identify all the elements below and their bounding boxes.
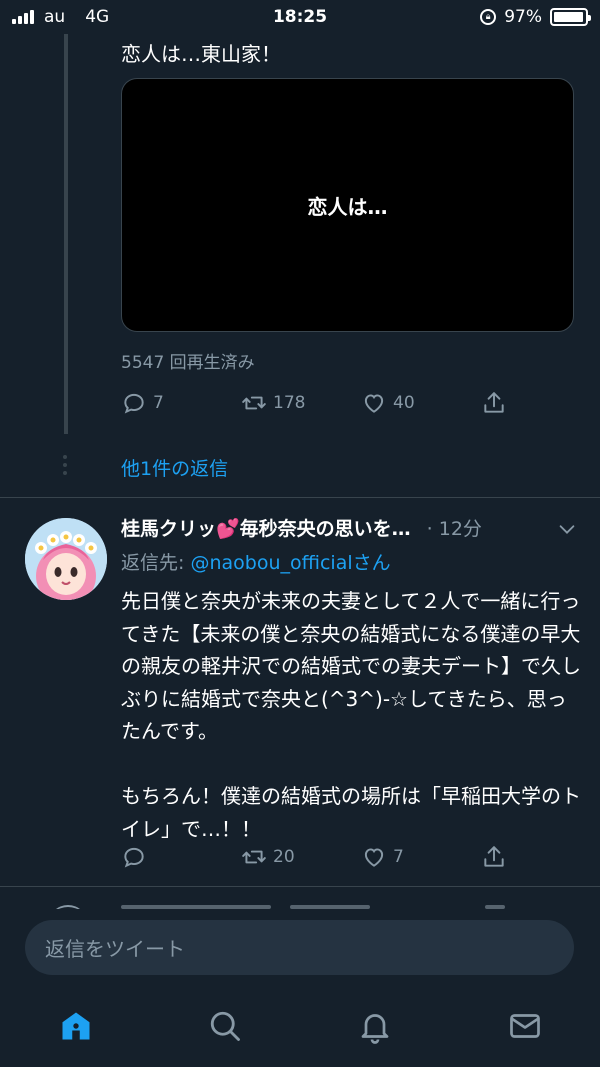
- like-button[interactable]: 7: [361, 844, 481, 870]
- share-icon: [484, 846, 504, 867]
- reply-to-prefix: 返信先:: [121, 552, 185, 574]
- reply-count: 7: [153, 393, 164, 413]
- tweet-body-line: もちろん！僕達の結婚式の場所は「早稲田大学のトイレ」で…！！: [121, 784, 581, 841]
- retweet-count: 20: [273, 847, 295, 867]
- partial-text: [290, 905, 370, 909]
- reply-icon: [124, 847, 144, 868]
- divider: [0, 886, 600, 887]
- tweet-time: · 12分: [426, 518, 482, 540]
- retweet-icon: [242, 396, 266, 410]
- heart-icon: [364, 848, 384, 867]
- reply-to-line: 返信先: @naobou_officialさん: [121, 548, 391, 575]
- battery-icon: [550, 8, 591, 26]
- home-icon: [62, 1012, 90, 1040]
- tweet-menu-button[interactable]: [556, 518, 578, 544]
- tab-messages[interactable]: [507, 1008, 543, 1044]
- tab-notifications[interactable]: [357, 1008, 393, 1044]
- status-right: 🔒︎ 97%: [480, 7, 591, 27]
- chevron-down-icon: [559, 525, 575, 534]
- reply-input[interactable]: 返信をツイート: [25, 920, 574, 975]
- retweet-button[interactable]: 178: [241, 390, 361, 416]
- reply-to-handle[interactable]: @naobou_officialさん: [190, 552, 390, 574]
- video-player[interactable]: 恋人は…: [121, 78, 574, 332]
- view-count: 5547 回再生済み: [121, 353, 255, 373]
- tab-home[interactable]: [58, 1008, 94, 1044]
- partial-text: [485, 905, 505, 909]
- search-icon: [210, 1011, 240, 1041]
- avatar[interactable]: [25, 518, 107, 600]
- tweet-header: 桂馬クリッ💕毎秒奈央の思いを… · 12分: [121, 514, 581, 541]
- reply-icon: [124, 393, 144, 414]
- tweet-body-line: 先日僕と奈央が未来の夫妻として２人で一緒に行ってきた【未来の僕と奈央の結婚式にな…: [121, 589, 581, 743]
- divider: [0, 497, 600, 498]
- bell-icon: [361, 1014, 389, 1044]
- reply-placeholder: 返信をツイート: [45, 937, 185, 961]
- share-button[interactable]: [481, 390, 600, 416]
- status-bar: au 4G 18:25 🔒︎ 97%: [0, 0, 600, 34]
- mail-icon: [510, 1014, 540, 1038]
- tweet-actions: 20 7: [121, 844, 600, 870]
- carrier-label: au: [44, 7, 66, 27]
- like-button[interactable]: 40: [361, 390, 481, 416]
- retweet-icon: [242, 850, 266, 864]
- reply-handle-suffix: さん: [352, 552, 391, 574]
- battery-percent: 97%: [504, 7, 542, 27]
- heart-icon: [364, 394, 384, 413]
- share-button[interactable]: [481, 844, 600, 870]
- retweet-button[interactable]: 20: [241, 844, 361, 870]
- thread-more-dots: [63, 455, 67, 475]
- tweet-body: 先日僕と奈央が未来の夫妻として２人で一緒に行ってきた【未来の僕と奈央の結婚式にな…: [121, 585, 581, 845]
- partial-avatar: [48, 905, 88, 909]
- battery-fill: [554, 12, 584, 22]
- tweet-actions: 7 178 40: [121, 390, 600, 416]
- orientation-lock-icon: 🔒︎: [480, 9, 497, 25]
- reply-handle-text: @naobou_official: [190, 552, 353, 574]
- partial-text: [121, 905, 271, 909]
- status-left: au 4G: [12, 7, 109, 27]
- reply-button[interactable]: 7: [121, 390, 241, 416]
- like-count: 7: [393, 847, 404, 867]
- network-label: 4G: [85, 7, 110, 27]
- avatar-image: [25, 518, 107, 600]
- next-tweet-partial: [0, 895, 600, 909]
- retweet-count: 178: [273, 393, 306, 413]
- thread-line: [64, 34, 68, 434]
- more-replies-link[interactable]: 他1件の返信: [121, 454, 228, 481]
- tab-search[interactable]: [207, 1008, 243, 1044]
- signal-icon: [12, 10, 34, 24]
- tweet-text: 恋人は…東山家！: [121, 42, 281, 66]
- reply-button[interactable]: [121, 844, 241, 870]
- like-count: 40: [393, 393, 415, 413]
- video-caption: 恋人は…: [307, 194, 388, 219]
- share-icon: [484, 392, 504, 413]
- author-name[interactable]: 桂馬クリッ💕毎秒奈央の思いを…: [121, 514, 411, 541]
